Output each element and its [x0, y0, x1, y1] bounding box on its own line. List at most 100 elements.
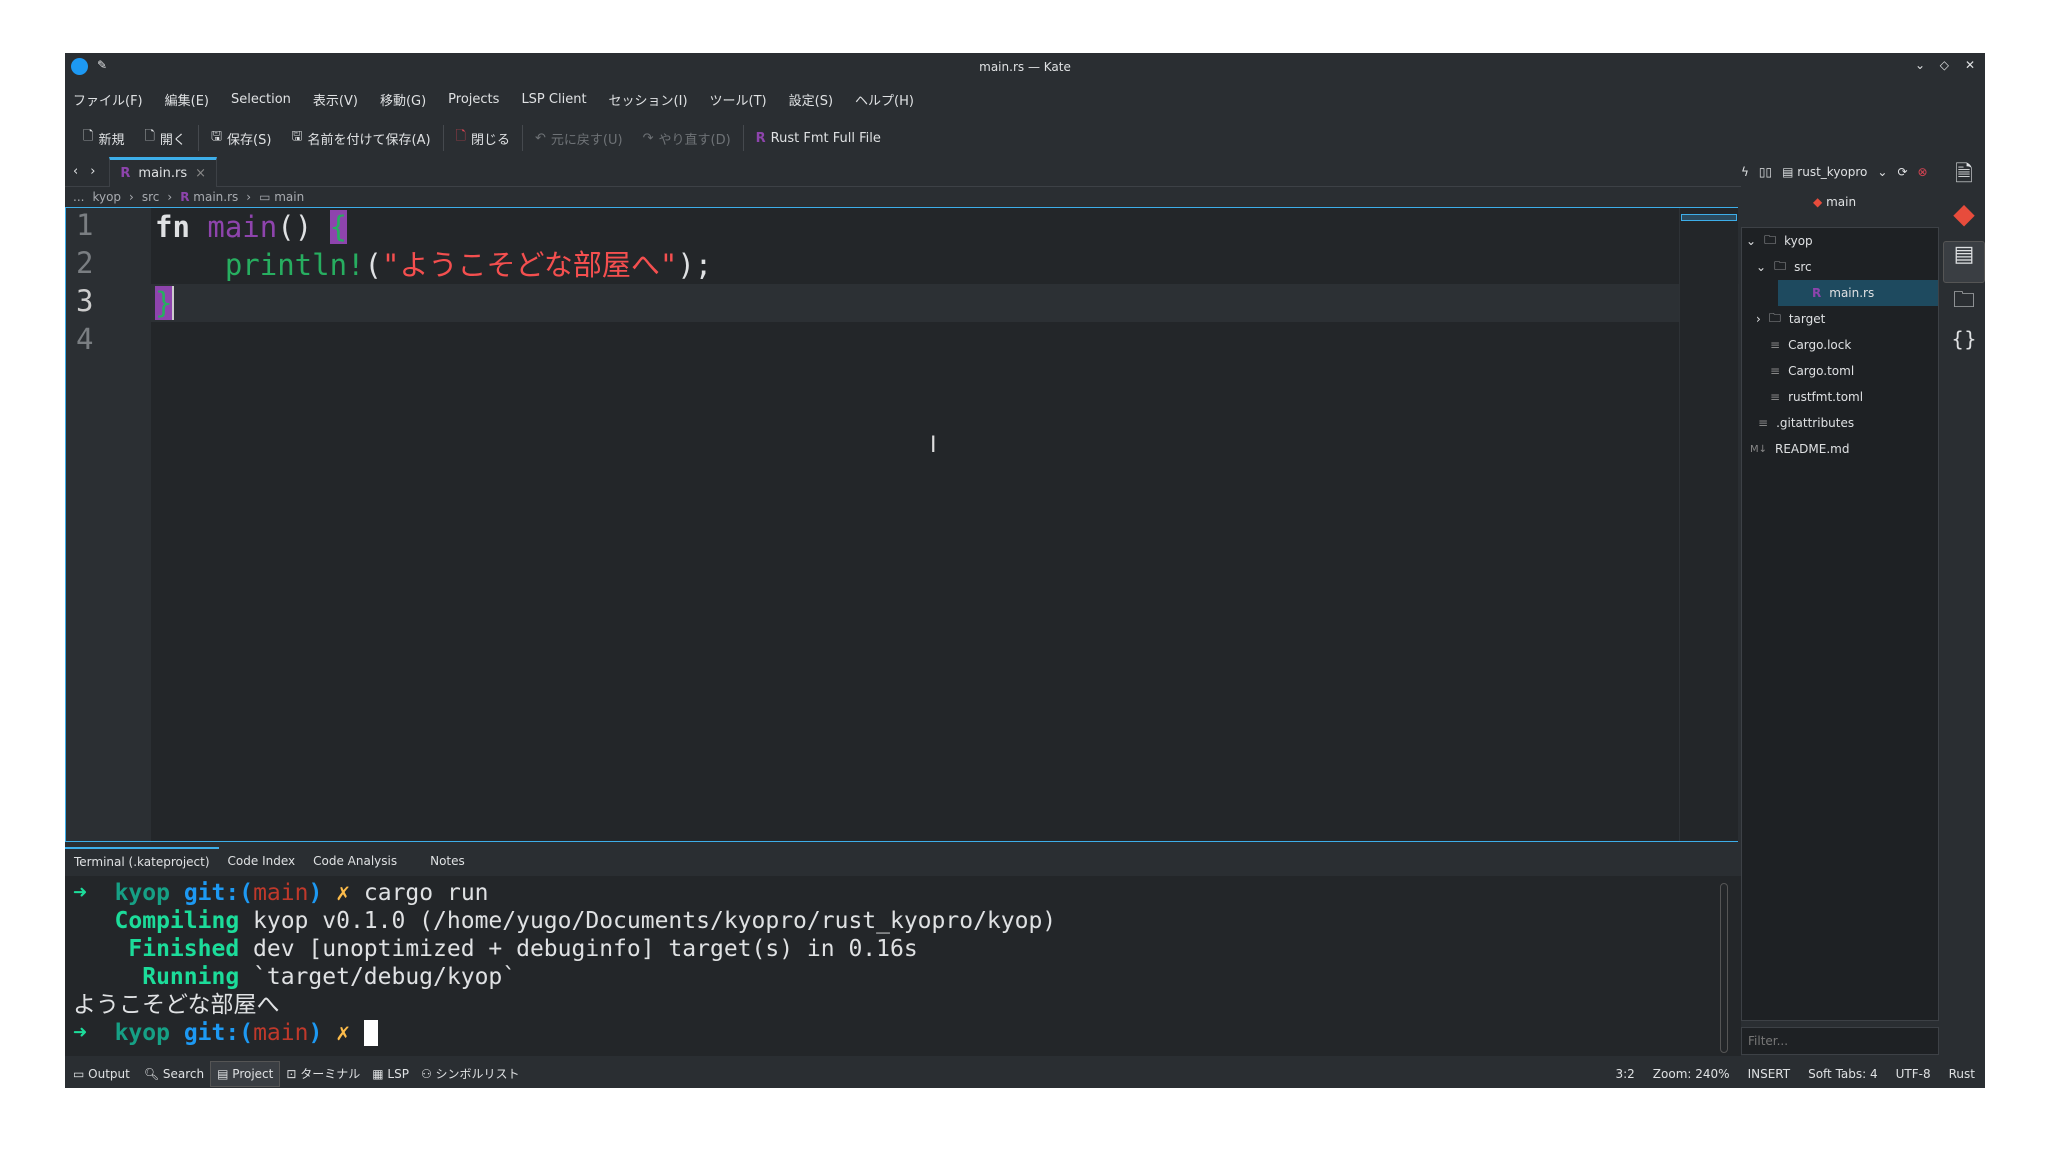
kate-logo-icon — [71, 58, 88, 75]
status-lsp[interactable]: ▦ LSP — [366, 1067, 415, 1081]
projects-icon[interactable]: ▤ — [1943, 241, 1985, 283]
split-icon[interactable]: ▯▯ — [1759, 165, 1772, 179]
status-search[interactable]: 🔍︎ Search — [138, 1067, 210, 1081]
menu-session[interactable]: セッション(I) — [609, 90, 688, 109]
tree-item-target[interactable]: › 🗀 target — [1742, 306, 1938, 332]
terminal-scrollbar[interactable] — [1720, 883, 1728, 1053]
menu-settings[interactable]: 設定(S) — [789, 90, 833, 109]
kate-window: ✎ main.rs — Kate ⌄ ◇ ✕ ファイル(F) 編集(E) Selec… — [65, 53, 1985, 1088]
save-icon: 🖫 — [210, 129, 223, 144]
menu-go[interactable]: 移動(G) — [380, 90, 426, 109]
folder-icon[interactable]: 🗀 — [1943, 283, 1985, 327]
tree-label: main.rs — [1829, 286, 1875, 300]
save-as-button[interactable]: 🖫 名前を付けて保存(A) — [281, 127, 440, 149]
tree-item-main-rs[interactable]: Rmain.rs — [1778, 280, 1938, 306]
menu-file[interactable]: ファイル(F) — [73, 90, 143, 109]
code-text: fn main() { println!("ようこそどな部屋へ");} — [155, 208, 712, 322]
tree-item-readme[interactable]: M↓ README.md — [1742, 436, 1938, 462]
tree-item-rustfmt-toml[interactable]: ≡ rustfmt.toml — [1742, 384, 1938, 410]
undo-icon: ↶ — [535, 130, 546, 146]
save-button[interactable]: 🖫 保存(S) — [201, 127, 281, 149]
crumb-main-fn[interactable]: ▭ main — [259, 190, 304, 204]
lightning-icon[interactable]: ϟ — [1741, 165, 1749, 179]
tab-code-index[interactable]: Code Index — [219, 848, 305, 874]
crumb-src[interactable]: src — [142, 190, 160, 204]
text-file-icon: ≡ — [1758, 416, 1769, 430]
git-icon[interactable]: ◆ — [1943, 197, 1985, 241]
braces-icon[interactable]: {} — [1943, 327, 1985, 367]
project-selector[interactable]: ▤ rust_kyopro — [1782, 165, 1867, 179]
menu-selection[interactable]: Selection — [231, 92, 291, 107]
tree-item-kyop[interactable]: ⌄ 🗀 kyop — [1742, 228, 1938, 254]
tree-item-gitattributes[interactable]: ≡ .gitattributes — [1742, 410, 1938, 436]
close-project-icon[interactable]: ⊗ — [1918, 165, 1928, 179]
encoding[interactable]: UTF-8 — [1896, 1067, 1931, 1081]
tree-label: README.md — [1775, 442, 1850, 456]
undo-button[interactable]: ↶ 元に戻す(U) — [525, 129, 633, 148]
menu-projects[interactable]: Projects — [448, 92, 499, 107]
menu-lsp[interactable]: LSP Client — [521, 92, 586, 107]
close-window-button[interactable]: ✕ — [1965, 58, 1975, 72]
reload-icon[interactable]: ⟳ — [1897, 165, 1907, 179]
code-editor[interactable]: 1 2 3 4 fn main() { println!("ようこそどな部屋へ"… — [65, 207, 1739, 842]
close-file-icon: 🗋 — [455, 129, 466, 144]
new-button[interactable]: 🗋 新規 — [73, 127, 134, 149]
tab-code-analysis[interactable]: Code Analysis — [304, 848, 406, 874]
language-mode[interactable]: Rust — [1949, 1067, 1975, 1081]
function-name: main — [207, 210, 278, 244]
tree-item-cargo-toml[interactable]: ≡ Cargo.toml — [1742, 358, 1938, 384]
redo-button[interactable]: ↷ やり直す(D) — [633, 129, 741, 148]
menu-view[interactable]: 表示(V) — [313, 90, 358, 109]
line-number: 1 — [76, 208, 94, 242]
indentation[interactable]: Soft Tabs: 4 — [1808, 1067, 1878, 1081]
menu-tools[interactable]: ツール(T) — [710, 90, 767, 109]
rustfmt-button[interactable]: R Rust Fmt Full File — [746, 131, 891, 146]
minimize-button[interactable]: ⌄ — [1915, 58, 1925, 72]
code-line-1: fn main() { — [155, 208, 712, 246]
cursor-position[interactable]: 3:2 — [1615, 1067, 1634, 1081]
git-icon: ◆ — [1813, 195, 1823, 209]
tab-label: main.rs — [138, 165, 188, 181]
status-output[interactable]: ▭ Output — [65, 1067, 138, 1081]
markdown-icon: M↓ — [1750, 443, 1768, 455]
status-project[interactable]: ▤ Project — [210, 1060, 281, 1087]
git-branch[interactable]: ◆ main — [1813, 195, 1856, 209]
minimap[interactable] — [1679, 208, 1738, 841]
tab-notes[interactable]: Notes — [406, 848, 474, 874]
chevron-down-icon[interactable]: ⌄ — [1877, 165, 1887, 179]
input-mode[interactable]: INSERT — [1748, 1067, 1791, 1081]
pin-icon[interactable]: ✎ — [97, 58, 107, 72]
close-tab-icon[interactable]: × — [195, 166, 206, 181]
string-literal: "ようこそどな部屋へ" — [382, 248, 678, 282]
tree-item-src[interactable]: ⌄ 🗀 src — [1742, 254, 1938, 280]
status-terminal[interactable]: ⊡ ターミナル — [280, 1065, 366, 1082]
close-button[interactable]: 🗋 閉じる — [446, 127, 520, 149]
file-tree: ⌄ 🗀 kyop ⌄ 🗀 src Rmain.rs › 🗀 target ≡ Cargo… — [1741, 227, 1939, 1021]
menu-bar: ファイル(F) 編集(E) Selection 表示(V) 移動(G) Projects L… — [73, 87, 914, 111]
terminal[interactable]: ➜ kyop git:(main) ✗ cargo run Compiling … — [65, 876, 1741, 1056]
zoom-level[interactable]: Zoom: 240% — [1653, 1067, 1730, 1081]
tab-terminal[interactable]: Terminal (.kateproject) — [65, 847, 219, 875]
status-symbols[interactable]: ⚇ シンボルリスト — [415, 1065, 526, 1082]
documents-icon[interactable]: 🗎 — [1943, 157, 1985, 197]
tree-label: .gitattributes — [1776, 416, 1855, 430]
crumb-more[interactable]: ... — [73, 190, 84, 204]
open-label: 開く — [159, 132, 186, 148]
crumb-main-rs[interactable]: R main.rs — [180, 190, 238, 204]
menu-edit[interactable]: 編集(E) — [165, 90, 209, 109]
filter-input[interactable]: Filter... — [1741, 1027, 1939, 1055]
code-line-3: } — [155, 284, 712, 322]
project-panel: ϟ ▯▯ ▤ rust_kyopro ⌄ ⟳ ⊗ ◆ main ⌄ 🗀 kyop ⌄ 🗀… — [1741, 157, 1941, 1097]
tab-main-rs[interactable]: Rmain.rs × — [109, 156, 218, 187]
menu-help[interactable]: ヘルプ(H) — [855, 90, 914, 109]
tree-item-cargo-lock[interactable]: ≡ Cargo.lock — [1742, 332, 1938, 358]
back-button[interactable]: ‹ — [65, 164, 86, 179]
folder-icon: 🗀 — [1774, 258, 1787, 273]
rust-icon: R — [755, 130, 766, 146]
maximize-button[interactable]: ◇ — [1940, 58, 1949, 72]
forward-button[interactable]: › — [86, 164, 99, 179]
minimap-viewport[interactable] — [1681, 214, 1737, 221]
crumb-kyop[interactable]: kyop — [92, 190, 121, 204]
bottom-panel-tabs: Terminal (.kateproject) Code Index Code An… — [65, 846, 1741, 876]
open-button[interactable]: 🗋 開く — [134, 127, 195, 149]
